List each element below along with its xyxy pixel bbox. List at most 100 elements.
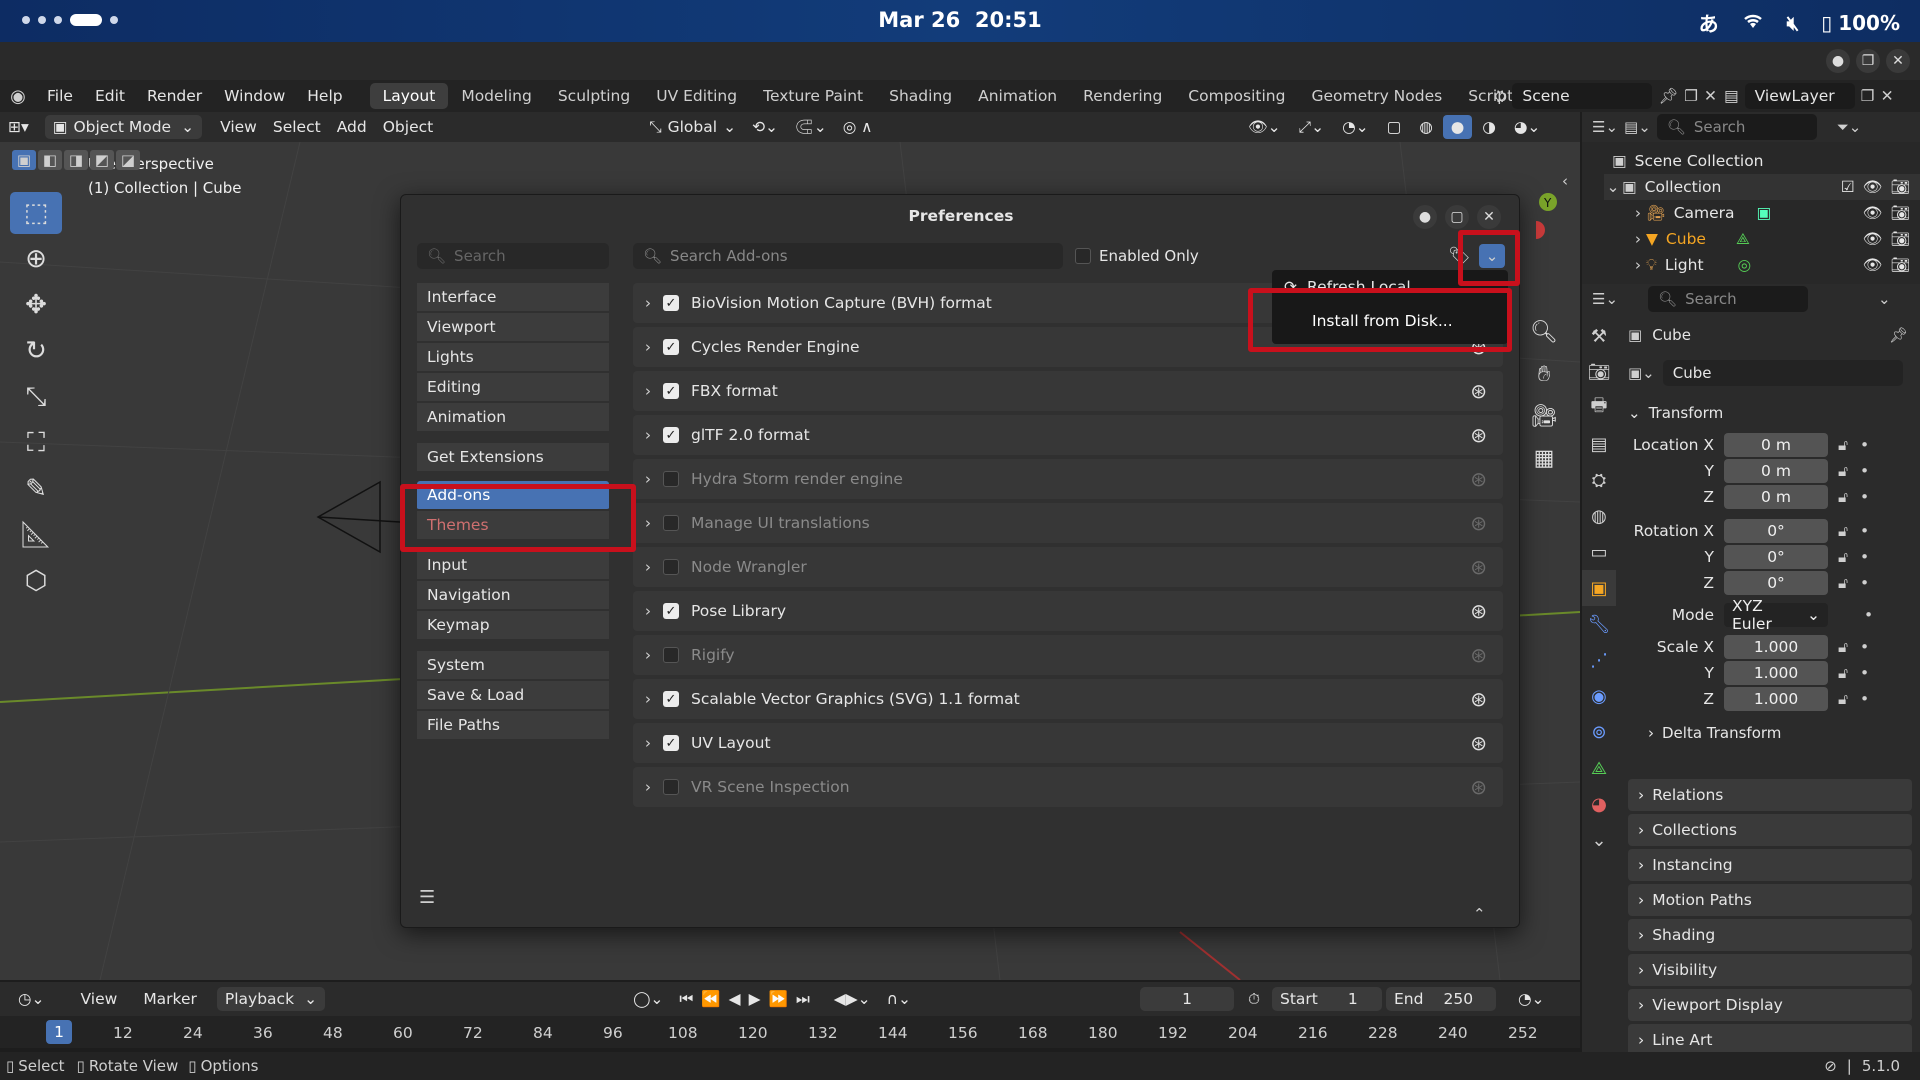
modifier-tab-icon[interactable]: 🔧︎ — [1582, 606, 1616, 642]
input-method-icon[interactable]: あ — [1699, 8, 1719, 37]
object-data-icon[interactable]: ▣⌄ — [1628, 364, 1655, 382]
rotation-mode-select[interactable]: XYZ Euler ⌄ — [1724, 597, 1828, 633]
play-reverse-icon[interactable]: ◀ — [729, 990, 749, 1008]
playback-controls[interactable]: ⏮ ⏪ ◀ ▶ ⏩ ⏭ — [671, 987, 825, 1011]
menu-add[interactable]: Add — [329, 115, 375, 139]
keyframe-nav-icon[interactable]: ◀▶⌄ — [826, 987, 879, 1011]
panel-viewport-display[interactable]: › Viewport Display — [1628, 989, 1912, 1021]
chevron-down-icon[interactable]: ⌄ — [1878, 290, 1891, 308]
addon-enable-checkbox[interactable] — [663, 559, 679, 575]
collection-row[interactable]: ⌄ ▣ Collection ☑ 👁︎ 📷︎ — [1604, 174, 1920, 200]
more-tabs-chevron-icon[interactable]: ⌄ — [1582, 822, 1616, 858]
eye-icon[interactable]: 👁︎ — [1863, 256, 1883, 274]
camera-view-icon[interactable]: 🎥︎ — [1524, 396, 1564, 436]
scale-x-field[interactable]: 1.000 — [1724, 635, 1828, 659]
outliner-search[interactable]: 🔍︎ Search — [1656, 114, 1817, 140]
render-camera-icon[interactable]: 📷︎ — [1890, 256, 1910, 274]
window-dot-icon[interactable]: ● — [1413, 205, 1437, 229]
location-x-field[interactable]: 0 m — [1724, 433, 1828, 457]
keyframe-dot-icon[interactable]: • — [1864, 606, 1873, 624]
scale-z-field[interactable]: 1.000 — [1724, 687, 1828, 711]
playback-menu[interactable]: Playback ⌄ — [216, 987, 326, 1011]
chevron-right-icon[interactable]: › — [633, 470, 663, 488]
visibility-icon[interactable]: 👁︎⌄ — [1240, 115, 1289, 139]
lock-icon[interactable]: 🔓︎ — [1838, 690, 1848, 709]
category-interface[interactable]: Interface — [417, 283, 609, 313]
select-box-tool-icon[interactable]: ⬚ — [10, 192, 62, 234]
chevron-right-icon[interactable]: › — [633, 514, 663, 532]
panel-shading[interactable]: › Shading — [1628, 919, 1912, 951]
menu-edit[interactable]: Edit — [84, 80, 136, 112]
panel-motion-paths[interactable]: › Motion Paths — [1628, 884, 1912, 916]
xray-icon[interactable]: ▢ — [1379, 115, 1410, 139]
material-tab-icon[interactable]: ◕ — [1582, 786, 1616, 822]
auto-key-icon[interactable]: ∩⌄ — [879, 987, 919, 1011]
data-tab-icon[interactable]: ⟁ — [1582, 750, 1616, 786]
keyframe-dot-icon[interactable]: • — [1860, 690, 1869, 708]
hamburger-menu-icon[interactable]: ☰ — [419, 887, 435, 908]
gizmo-icon[interactable]: ⤢⌄ — [1291, 115, 1332, 139]
editor-type-icon[interactable]: ☰⌄ — [1592, 290, 1618, 308]
lock-icon[interactable]: 🔓︎ — [1838, 664, 1848, 683]
render-camera-icon[interactable]: 📷︎ — [1890, 178, 1910, 196]
transform-tool-icon[interactable]: ⛶ — [10, 422, 62, 464]
menu-render[interactable]: Render — [136, 80, 213, 112]
wifi-icon[interactable] — [1741, 10, 1765, 35]
category-keymap[interactable]: Keymap — [417, 611, 609, 641]
blender-logo-icon[interactable]: ◉ — [0, 86, 36, 107]
timeline-menu-view[interactable]: View — [73, 987, 126, 1011]
addon-row[interactable]: › ✓ Pose Library ⊛ — [633, 591, 1503, 631]
rotation-x-field[interactable]: 0° — [1724, 519, 1828, 543]
panel-visibility[interactable]: › Visibility — [1628, 954, 1912, 986]
addon-row[interactable]: › VR Scene Inspection ⊛ — [633, 767, 1503, 807]
display-mode-icon[interactable]: ▤⌄ — [1624, 118, 1651, 136]
world-tab-icon[interactable]: ◍ — [1582, 498, 1616, 534]
rotation-y-field[interactable]: 0° — [1724, 545, 1828, 569]
preferences-search-input[interactable]: 🔍︎ Search — [417, 243, 609, 269]
particles-tab-icon[interactable]: ⋰ — [1582, 642, 1616, 678]
keyframe-dot-icon[interactable]: • — [1860, 638, 1869, 656]
tab-animation[interactable]: Animation — [965, 83, 1070, 109]
mute-icon[interactable]: 🔇︎ — [1787, 11, 1800, 35]
addon-row[interactable]: › ✓ Scalable Vector Graphics (SVG) 1.1 for… — [633, 679, 1503, 719]
timeline-menu-marker[interactable]: Marker — [135, 987, 205, 1011]
tab-compositing[interactable]: Compositing — [1175, 83, 1298, 109]
addon-enable-checkbox[interactable]: ✓ — [663, 383, 679, 399]
stopwatch-icon[interactable]: ⏱ — [1240, 987, 1268, 1011]
delta-transform-header[interactable]: › Delta Transform — [1628, 718, 1912, 748]
keyframe-dot-icon[interactable]: • — [1860, 436, 1869, 454]
tab-layout[interactable]: Layout — [369, 83, 449, 109]
keyframe-dot-icon[interactable]: • — [1860, 488, 1869, 506]
lock-icon[interactable]: 🔓︎ — [1838, 462, 1848, 481]
keyframe-dot-icon[interactable]: • — [1860, 548, 1869, 566]
play-icon[interactable]: ▶ — [749, 990, 769, 1008]
snap-icon[interactable]: 🧲︎⌄ — [786, 115, 835, 139]
category-save-load[interactable]: Save & Load — [417, 681, 609, 711]
chevron-down-icon[interactable]: ⌄ — [1604, 178, 1622, 196]
scale-tool-icon[interactable]: ⤡ — [10, 376, 62, 418]
object-name-field[interactable]: Cube — [1662, 360, 1903, 386]
view-layer-icon[interactable]: ▤ — [1724, 87, 1739, 105]
addon-enable-checkbox[interactable]: ✓ — [663, 691, 679, 707]
menu-help[interactable]: Help — [296, 80, 353, 112]
rotation-z-field[interactable]: 0° — [1724, 571, 1828, 595]
ortho-grid-icon[interactable]: ▦ — [1524, 438, 1564, 478]
system-clock[interactable]: Mar 26 20:51 — [0, 8, 1920, 32]
scene-selector[interactable]: Scene — [1512, 83, 1653, 109]
select-new-icon[interactable]: ▣ — [12, 150, 36, 170]
chevron-right-icon[interactable]: › — [633, 426, 663, 444]
sidebar-toggle-icon[interactable]: ‹ — [1562, 172, 1568, 190]
select-extend-icon[interactable]: ◧ — [38, 150, 62, 170]
chevron-right-icon[interactable]: › — [1630, 256, 1646, 274]
render-tab-icon[interactable]: 📷︎ — [1582, 354, 1616, 390]
chevron-right-icon[interactable]: › — [633, 338, 663, 356]
cursor-tool-icon[interactable]: ⊕ — [10, 238, 62, 280]
solid-shading-icon[interactable]: ● — [1442, 115, 1473, 139]
view-layer-tab-icon[interactable]: ▤ — [1582, 426, 1616, 462]
physics-tab-icon[interactable]: ◉ — [1582, 678, 1616, 714]
lock-icon[interactable]: 🔓︎ — [1838, 548, 1848, 567]
pivot-icon[interactable]: ⟲⌄ — [744, 115, 786, 139]
view-layer-selector[interactable]: ViewLayer — [1744, 83, 1855, 109]
category-lights[interactable]: Lights — [417, 343, 609, 373]
properties-search[interactable]: 🔍︎ Search — [1648, 286, 1809, 312]
